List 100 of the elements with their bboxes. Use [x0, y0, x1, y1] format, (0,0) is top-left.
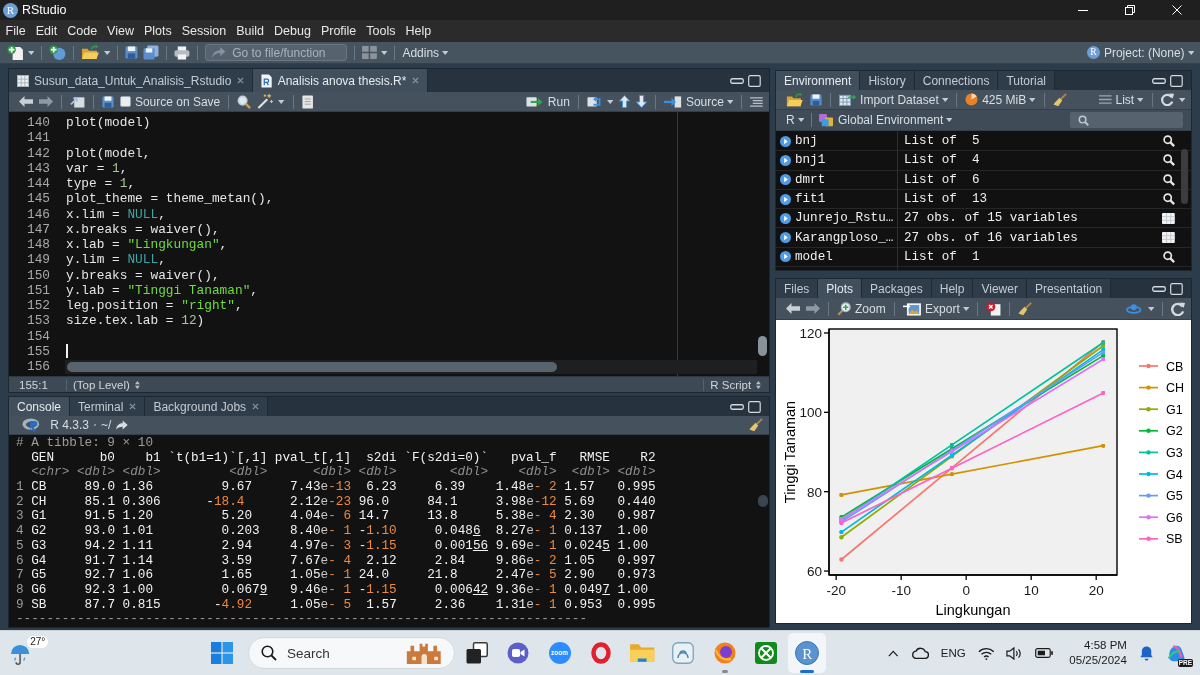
save-icon[interactable]: [809, 93, 822, 106]
language-menu[interactable]: R: [786, 113, 805, 127]
magnifier-icon[interactable]: [1163, 173, 1175, 186]
scrollbar-thumb[interactable]: [1181, 149, 1188, 204]
menu-item[interactable]: Profile: [316, 24, 361, 38]
tab[interactable]: Presentation: [1026, 279, 1112, 298]
tab[interactable]: Console: [9, 397, 71, 416]
grid-icon[interactable]: [362, 46, 378, 59]
maximize-pane-icon[interactable]: [1170, 74, 1183, 87]
search-icon[interactable]: [237, 94, 252, 109]
ring-icon[interactable]: [589, 642, 612, 664]
cloud-icon[interactable]: [910, 647, 929, 659]
expand-icon[interactable]: [780, 193, 791, 205]
pop-out-icon[interactable]: [70, 95, 85, 108]
table-icon[interactable]: [1162, 232, 1175, 244]
scope-menu[interactable]: (Top Level): [66, 378, 140, 391]
tab[interactable]: Analisis anova thesis.R*: [253, 69, 429, 92]
scrollbar-thumb[interactable]: [67, 362, 557, 372]
menu-item[interactable]: Build: [231, 24, 269, 38]
language-indicator[interactable]: ENG: [940, 647, 966, 659]
chevron-up-icon[interactable]: [888, 649, 899, 657]
magnifier-icon[interactable]: [1163, 193, 1175, 206]
speaker-icon[interactable]: [1006, 646, 1024, 660]
refresh-icon[interactable]: [1171, 301, 1185, 316]
menu-item[interactable]: Edit: [31, 24, 62, 38]
open-folder-icon[interactable]: [81, 45, 100, 60]
tab[interactable]: Environment: [776, 71, 861, 90]
go-to-file-field[interactable]: Go to file/function: [205, 44, 348, 61]
refresh-icon[interactable]: [1160, 93, 1174, 106]
down-arrow-icon[interactable]: [636, 95, 648, 108]
back-arrow-icon[interactable]: [19, 96, 33, 107]
menu-item[interactable]: Session: [177, 24, 231, 38]
minimize-pane-icon[interactable]: [1152, 77, 1167, 84]
tab[interactable]: Susun_data_Untuk_Analisis_Rstudio: [9, 69, 254, 92]
curved-arrow-icon[interactable]: [116, 420, 129, 430]
project-menu[interactable]: R Project: (None): [1086, 45, 1194, 60]
tab[interactable]: Background Jobs: [145, 397, 269, 416]
menu-item[interactable]: Code: [62, 24, 102, 38]
x-tile-icon[interactable]: [755, 642, 778, 664]
view-mode-menu[interactable]: List: [1098, 92, 1144, 107]
expand-icon[interactable]: [780, 154, 791, 166]
back-arrow-icon[interactable]: [786, 303, 800, 314]
close-tab-icon[interactable]: [237, 77, 245, 84]
tab[interactable]: History: [860, 71, 915, 90]
up-arrow-icon[interactable]: [619, 95, 631, 108]
forward-arrow-icon[interactable]: [39, 96, 53, 107]
tab[interactable]: Tutorial: [998, 71, 1055, 90]
menu-item[interactable]: Plots: [139, 24, 177, 38]
expand-icon[interactable]: [780, 251, 791, 263]
menu-icon[interactable]: [750, 96, 763, 107]
tab[interactable]: Terminal: [70, 397, 146, 416]
maximize-pane-icon[interactable]: [748, 74, 761, 87]
restore-icon[interactable]: [1124, 5, 1135, 15]
video-camera-icon[interactable]: [507, 642, 530, 664]
print-icon[interactable]: [174, 45, 191, 60]
menu-item[interactable]: Tools: [361, 24, 400, 38]
close-tab-icon[interactable]: [252, 403, 260, 410]
forward-arrow-icon[interactable]: [806, 303, 820, 314]
battery-icon[interactable]: [1035, 648, 1054, 658]
search-field[interactable]: [1070, 112, 1183, 128]
tab[interactable]: Connections: [914, 71, 999, 90]
document-icon[interactable]: [301, 94, 313, 109]
environment-menu[interactable]: Global Environment: [819, 113, 953, 127]
save-icon[interactable]: [101, 95, 114, 108]
box-loop-arrow-icon[interactable]: [586, 95, 602, 108]
open-folder-icon[interactable]: [786, 92, 804, 107]
export-menu[interactable]: Export: [902, 301, 970, 316]
magnifier-icon[interactable]: [1163, 250, 1175, 263]
expand-icon[interactable]: [780, 135, 791, 147]
broom-icon[interactable]: [749, 418, 763, 432]
tab[interactable]: Help: [931, 279, 974, 298]
import-dataset-menu[interactable]: Import Dataset: [838, 92, 949, 107]
clock-date[interactable]: 05/25/2024: [1069, 653, 1127, 668]
addins-menu[interactable]: Addins: [402, 45, 449, 60]
expand-icon[interactable]: [780, 232, 791, 244]
memory-usage-menu[interactable]: 425 MiB: [965, 92, 1036, 107]
temperature[interactable]: 27°: [27, 636, 49, 648]
close-icon[interactable]: [1171, 5, 1182, 15]
tab[interactable]: Plots: [818, 279, 863, 298]
broom-icon[interactable]: [1018, 301, 1033, 316]
menu-item[interactable]: File: [1, 24, 31, 38]
file-type-menu[interactable]: R Script: [703, 378, 761, 391]
scrollbar-thumb[interactable]: [758, 336, 767, 356]
table-icon[interactable]: [1162, 212, 1175, 224]
circle-plus-icon[interactable]: [49, 45, 67, 60]
new-file-icon[interactable]: [7, 45, 24, 60]
magnifier-icon[interactable]: [1163, 154, 1175, 167]
checkbox-label[interactable]: Source on Save: [134, 94, 221, 109]
rounded-tile-icon[interactable]: [672, 642, 695, 664]
wifi-icon[interactable]: [977, 646, 995, 660]
tab[interactable]: Files: [776, 279, 819, 298]
zoom-button[interactable]: Zoom: [837, 301, 886, 316]
menu-item[interactable]: Debug: [269, 24, 316, 38]
checkbox[interactable]: [119, 96, 131, 107]
sphere-icon[interactable]: [713, 642, 736, 664]
search-field[interactable]: Search: [248, 637, 455, 669]
tab[interactable]: Viewer: [973, 279, 1027, 298]
folder-icon[interactable]: [629, 642, 656, 664]
menu-item[interactable]: Help: [401, 24, 436, 38]
source-button[interactable]: Source: [664, 94, 734, 109]
